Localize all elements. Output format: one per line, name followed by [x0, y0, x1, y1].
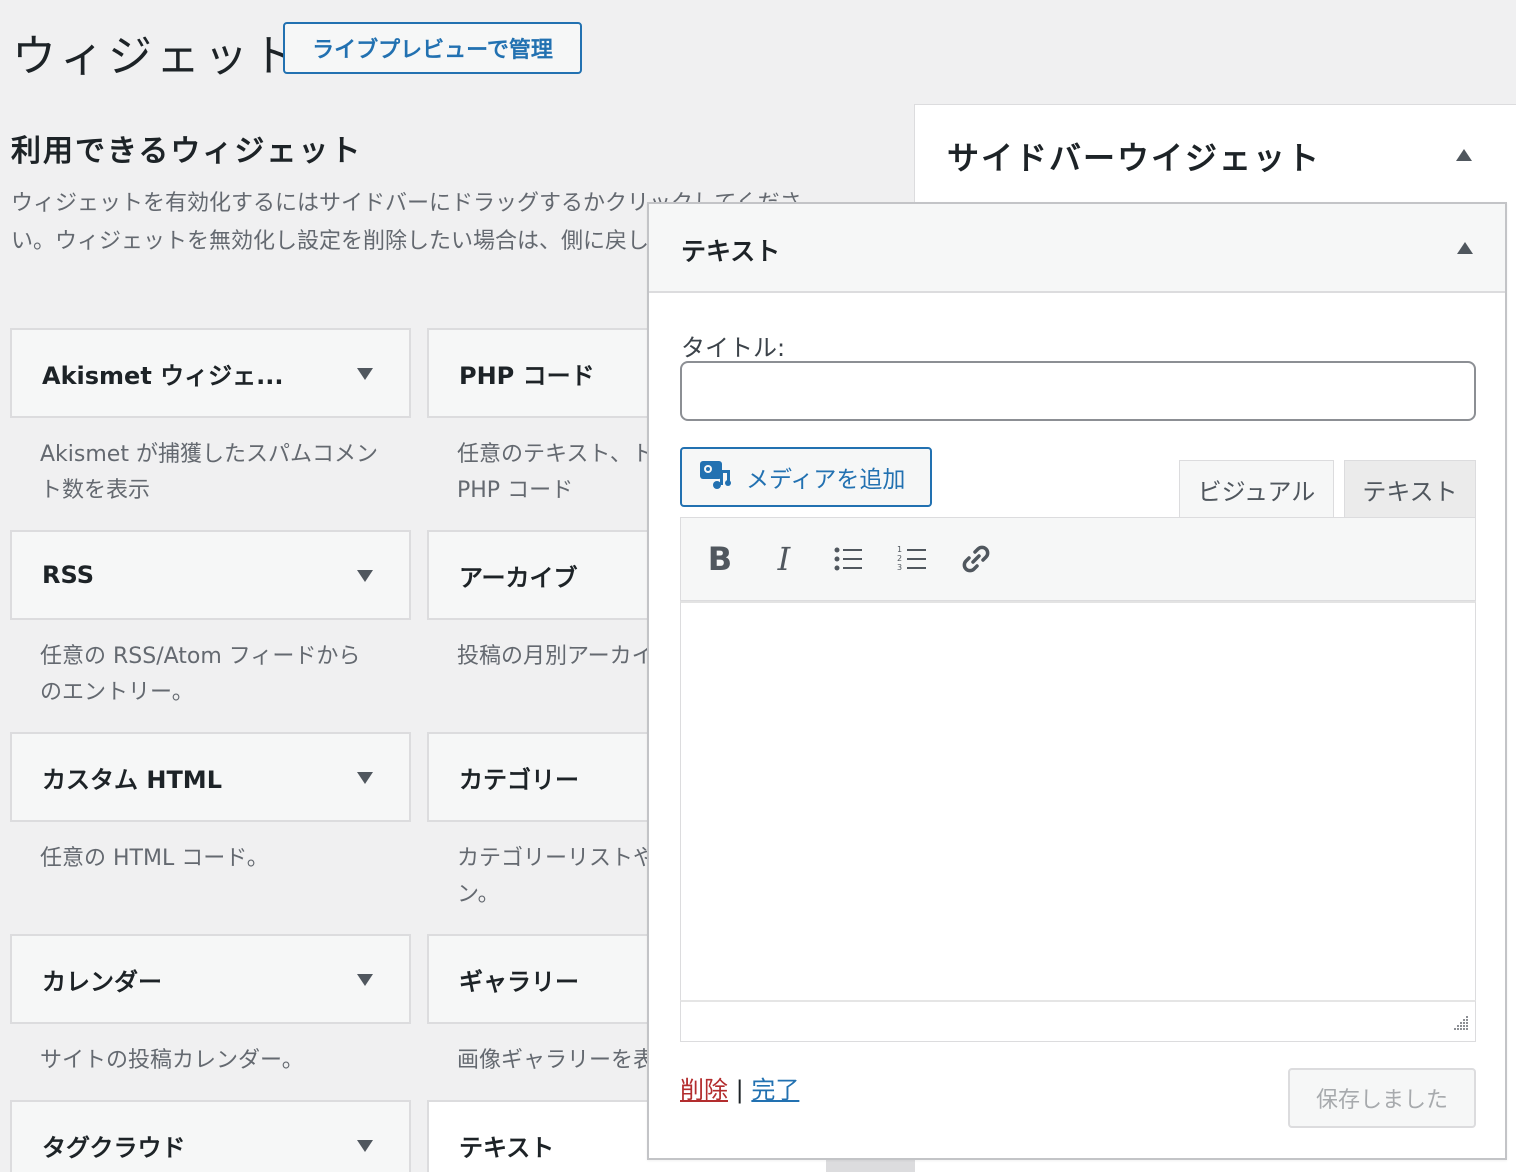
link-icon[interactable]	[957, 537, 995, 581]
editor-content-area[interactable]	[680, 601, 1476, 1003]
italic-button[interactable]: I	[765, 537, 803, 581]
text-widget-panel: テキスト タイトル: メディアを追加 ビジュアル テキスト B I 1 2 3 …	[647, 202, 1507, 1160]
widget-tag-cloud[interactable]: タグクラウド	[10, 1100, 411, 1172]
done-link[interactable]: 完了	[751, 1076, 799, 1104]
collapse-arrow-icon[interactable]	[1456, 149, 1472, 161]
widget-custom-html[interactable]: カスタム HTML	[10, 732, 411, 822]
widget-title: カレンダー	[42, 967, 162, 996]
widget-title: カテゴリー	[459, 765, 579, 794]
chevron-down-icon[interactable]	[357, 772, 373, 784]
tab-text[interactable]: テキスト	[1344, 460, 1476, 518]
widget-description: 任意のテキスト、ト PHP コード	[457, 442, 654, 503]
media-icon	[698, 458, 732, 496]
widget-description: 画像ギャラリーを表	[457, 1048, 656, 1073]
widget-description: カテゴリーリストや ン。	[457, 846, 656, 907]
text-widget-title: テキスト	[681, 237, 781, 266]
bullet-list-icon[interactable]	[829, 537, 867, 581]
widget-rss[interactable]: RSS	[10, 530, 411, 620]
title-label: タイトル:	[681, 334, 786, 362]
text-widget-header[interactable]: テキスト	[649, 204, 1505, 293]
title-input[interactable]	[680, 361, 1476, 421]
resize-handle-icon[interactable]	[1451, 1013, 1469, 1035]
chevron-down-icon[interactable]	[357, 974, 373, 986]
widget-calendar[interactable]: カレンダー	[10, 934, 411, 1024]
svg-text:2: 2	[897, 554, 902, 563]
delete-link[interactable]: 削除	[680, 1076, 728, 1104]
editor-statusbar	[680, 1000, 1476, 1042]
numbered-list-icon[interactable]: 1 2 3	[893, 537, 931, 581]
widget-description: 任意の HTML コード。	[40, 846, 269, 871]
widget-title: PHP コード	[459, 361, 595, 390]
add-media-button[interactable]: メディアを追加	[680, 447, 932, 507]
add-media-label: メディアを追加	[746, 466, 906, 492]
svg-text:1: 1	[897, 545, 902, 554]
widget-control-actions: 削除 | 完了	[680, 1070, 799, 1105]
widget-title: テキスト	[459, 1133, 555, 1162]
widget-description: 投稿の月別アーカイ	[457, 644, 654, 669]
svg-text:3: 3	[897, 563, 902, 572]
widget-title: Akismet ウィジェ...	[42, 361, 284, 390]
widget-title: RSS	[42, 561, 94, 589]
sidebar-title: サイドバーウイジェット	[947, 139, 1322, 177]
widget-akismet[interactable]: Akismet ウィジェ...	[10, 328, 411, 418]
collapse-arrow-icon[interactable]	[1457, 242, 1473, 254]
editor-toolbar: B I 1 2 3	[680, 517, 1476, 601]
chevron-down-icon[interactable]	[357, 368, 373, 380]
widget-title: カスタム HTML	[42, 765, 222, 794]
widget-title: ギャラリー	[459, 967, 579, 996]
live-preview-button[interactable]: ライブプレビューで管理	[283, 22, 582, 74]
widget-description: サイトの投稿カレンダー。	[40, 1048, 304, 1073]
widgets-page: ウィジェット ライブプレビューで管理 利用できるウィジェット ウィジェットを有効…	[0, 0, 1516, 1172]
save-button[interactable]: 保存しました	[1288, 1068, 1476, 1128]
page-title: ウィジェット	[12, 31, 300, 82]
widget-title: タグクラウド	[42, 1133, 186, 1162]
divider	[826, 1158, 916, 1172]
widget-description: 任意の RSS/Atom フィードからのエントリー。	[40, 644, 361, 705]
available-widgets-title: 利用できるウィジェット	[11, 134, 363, 169]
bold-button[interactable]: B	[701, 537, 739, 581]
tab-visual[interactable]: ビジュアル	[1179, 460, 1334, 518]
widget-description: Akismet が捕獲したスパムコメント数を表示	[40, 442, 378, 503]
chevron-down-icon[interactable]	[357, 1140, 373, 1152]
link-separator: |	[735, 1076, 744, 1104]
chevron-down-icon[interactable]	[357, 570, 373, 582]
widget-title: アーカイブ	[459, 563, 578, 592]
